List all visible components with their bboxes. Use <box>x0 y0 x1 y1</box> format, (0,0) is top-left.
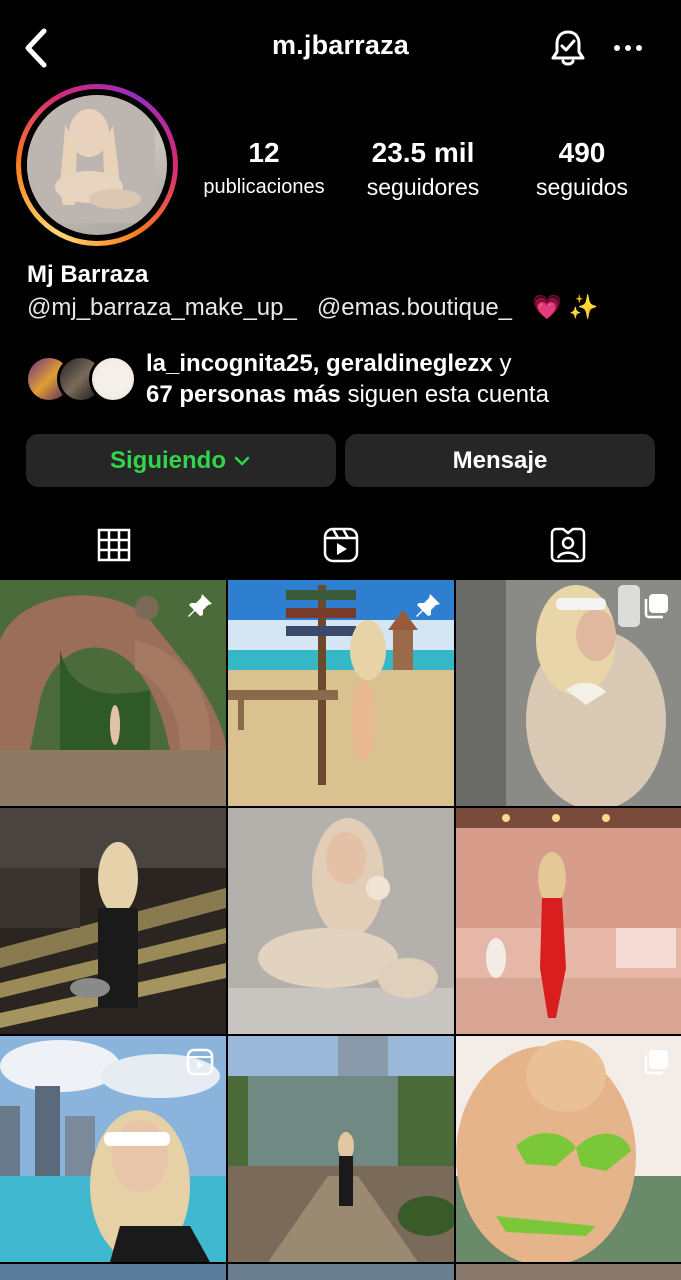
pin-icon <box>416 594 440 617</box>
grid-icon <box>97 528 130 562</box>
bio-emoji: 💗 ✨ <box>532 294 599 321</box>
post-thumbnail[interactable] <box>228 808 454 1034</box>
post-thumbnail[interactable] <box>228 1036 454 1262</box>
mutual-follower-names: la_incognita25, geraldineglezx <box>146 350 493 377</box>
tagged-icon <box>550 527 585 563</box>
notifications-button[interactable] <box>548 27 588 69</box>
reel-icon <box>186 1048 214 1076</box>
posts-count: 12 <box>248 137 280 168</box>
follow-suffix: siguen esta cuenta <box>340 381 549 408</box>
mutual-followers-text[interactable]: la_incognita25, geraldineglezx y 67 pers… <box>146 348 666 410</box>
mutual-followers-avatars[interactable] <box>25 355 137 403</box>
connector-text: y <box>492 350 512 377</box>
profile-tabs <box>0 510 681 580</box>
mutual-follower-count: 67 personas más <box>146 381 341 408</box>
post-thumbnail[interactable] <box>0 580 226 806</box>
pin-icon <box>188 594 212 617</box>
bell-check-icon <box>551 30 585 66</box>
profile-photo <box>27 95 167 235</box>
posts-grid <box>0 580 681 1280</box>
post-thumbnail[interactable] <box>0 1036 226 1262</box>
tab-tagged[interactable] <box>454 510 681 580</box>
tab-posts[interactable] <box>0 510 227 580</box>
stat-posts[interactable]: 12 publicaciones <box>190 138 338 202</box>
post-thumbnail[interactable] <box>456 580 681 806</box>
stat-followers[interactable]: 23.5 mil seguidores <box>348 138 498 202</box>
post-thumbnail[interactable] <box>456 1264 681 1280</box>
reels-icon <box>323 527 358 563</box>
post-thumbnail[interactable] <box>0 1264 226 1280</box>
post-thumbnail[interactable] <box>228 580 454 806</box>
bio-mention-link[interactable]: @mj_barraza_make_up_ <box>27 294 297 321</box>
post-thumbnail[interactable] <box>228 1264 454 1280</box>
followers-label: seguidores <box>366 174 480 200</box>
following-button[interactable]: Siguiendo <box>26 434 336 487</box>
message-label: Mensaje <box>452 446 548 474</box>
avatar <box>89 355 137 403</box>
bio-mention-link[interactable]: @emas.boutique_ <box>317 294 512 321</box>
posts-label: publicaciones <box>203 176 325 198</box>
followers-count: 23.5 mil <box>371 137 475 168</box>
stat-following[interactable]: 490 seguidos <box>512 138 652 202</box>
profile-avatar[interactable] <box>16 84 178 246</box>
following-count: 490 <box>558 137 606 168</box>
following-label: Siguiendo <box>110 446 226 474</box>
profile-bio: @mj_barraza_make_up_ @emas.boutique_ 💗 ✨ <box>27 293 598 322</box>
post-thumbnail[interactable] <box>0 808 226 1034</box>
post-thumbnail[interactable] <box>456 808 681 1034</box>
more-horizontal-icon <box>614 45 642 51</box>
carousel-icon <box>644 594 668 619</box>
more-options-button[interactable] <box>610 30 646 66</box>
tab-reels[interactable] <box>227 510 454 580</box>
message-button[interactable]: Mensaje <box>345 434 655 487</box>
following-label: seguidos <box>535 174 629 200</box>
chevron-down-icon <box>234 456 250 465</box>
profile-full-name: Mj Barraza <box>27 261 149 288</box>
carousel-icon <box>644 1050 668 1075</box>
post-thumbnail[interactable] <box>456 1036 681 1262</box>
